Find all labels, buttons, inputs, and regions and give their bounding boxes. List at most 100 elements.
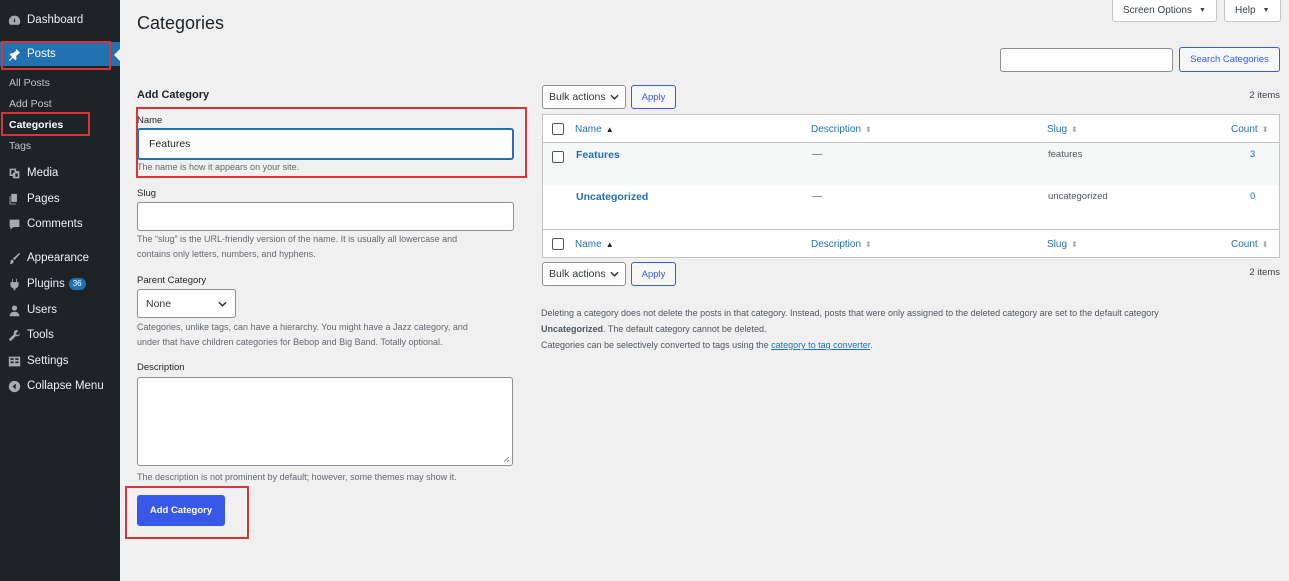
items-count-bottom: 2 items	[1249, 267, 1280, 278]
note-line-3-text: Categories can be selectively converted …	[541, 340, 772, 350]
slug-help-line-1: The “slug” is the URL-friendly version o…	[137, 234, 458, 244]
sidebar-item-label: Pages	[27, 193, 60, 205]
dashboard-icon	[7, 13, 21, 27]
row-name-link[interactable]: Uncategorized	[576, 191, 648, 203]
column-description[interactable]: Description ⬍	[811, 115, 872, 143]
sidebar-item-label: Tools	[27, 329, 54, 341]
resize-grip-icon[interactable]	[503, 456, 510, 463]
sidebar-item-label: Users	[27, 304, 58, 316]
row-name[interactable]: Features	[576, 149, 620, 161]
bulk-actions-select-top[interactable]: Bulk actions	[542, 85, 626, 109]
column-count-label: Count	[1231, 238, 1258, 250]
sidebar-item-dashboard[interactable]: Dashboard	[0, 8, 120, 32]
note-line-1: Deleting a category does not delete the …	[541, 308, 1159, 318]
note-line-2: Uncategorized. The default category cann…	[541, 321, 1281, 337]
wrench-icon	[7, 328, 21, 342]
submenu-add-post[interactable]: Add Post	[9, 98, 52, 110]
submenu-all-posts[interactable]: All Posts	[9, 77, 50, 89]
description-label: Description	[137, 362, 185, 373]
search-categories-input[interactable]	[1000, 48, 1173, 72]
bulk-actions-select-bottom[interactable]: Bulk actions	[542, 262, 626, 286]
apply-button-bottom[interactable]: Apply	[631, 262, 676, 286]
column-description-footer[interactable]: Description ⬍	[811, 230, 872, 258]
help-button[interactable]: Help ▼	[1224, 0, 1281, 22]
sidebar-item-tools[interactable]: Tools	[0, 323, 120, 347]
table-footer-row: Name ▲ Description ⬍ Slug ⬍ Count ⬍	[543, 229, 1279, 257]
row-name[interactable]: Uncategorized	[576, 191, 648, 203]
sidebar-item-label: Dashboard	[27, 14, 84, 26]
chevron-down-icon	[610, 94, 619, 100]
column-count-footer[interactable]: Count ⬍	[1231, 230, 1268, 258]
slug-help: The “slug” is the URL-friendly version o…	[137, 232, 517, 262]
sort-icon: ⬍	[865, 239, 872, 249]
select-all-checkbox-bottom[interactable]	[552, 238, 564, 250]
sidebar-item-label: Comments	[27, 218, 83, 230]
parent-help: Categories, unlike tags, can have a hier…	[137, 320, 517, 350]
sort-icon: ▲	[605, 124, 614, 134]
note-line-3-end: .	[870, 340, 873, 350]
slug-label: Slug	[137, 188, 157, 199]
select-all-checkbox[interactable]	[552, 123, 564, 135]
sort-icon: ⬍	[1071, 124, 1078, 134]
slug-input[interactable]	[137, 202, 514, 231]
screen-options-button[interactable]: Screen Options ▼	[1112, 0, 1217, 22]
sidebar-item-label: Collapse Menu	[27, 380, 104, 392]
row-name-link[interactable]: Features	[576, 149, 620, 161]
help-label: Help	[1235, 5, 1256, 16]
row-slug: uncategorized	[1048, 191, 1108, 202]
sidebar-item-appearance[interactable]: Appearance	[0, 246, 120, 270]
plugins-update-badge: 36	[68, 278, 86, 290]
table-row: Uncategorized — uncategorized 0	[543, 185, 1279, 229]
column-name[interactable]: Name ▲	[575, 115, 614, 143]
chevron-down-icon	[610, 271, 619, 277]
main-content: Categories Screen Options ▼ Help ▼ Add C…	[120, 0, 1289, 581]
sort-icon: ⬍	[1261, 124, 1269, 134]
column-name-label: Name	[575, 238, 602, 250]
sidebar-item-label: Settings	[27, 355, 69, 367]
name-help: The name is how it appears on your site.	[137, 162, 300, 172]
add-category-button[interactable]: Add Category	[137, 495, 225, 526]
column-name-footer[interactable]: Name ▲	[575, 230, 614, 258]
column-count[interactable]: Count ⬍	[1231, 115, 1268, 143]
collapse-menu-button[interactable]: Collapse Menu	[0, 374, 120, 398]
bulk-actions-label: Bulk actions	[549, 268, 606, 280]
sort-icon: ⬍	[1071, 239, 1078, 249]
name-input[interactable]: Features	[137, 128, 514, 160]
caret-down-icon: ▼	[1262, 7, 1270, 14]
category-to-tag-converter-link[interactable]: category to tag converter	[771, 340, 870, 350]
parent-help-line-1: Categories, unlike tags, can have a hier…	[137, 322, 468, 332]
chevron-down-icon	[218, 301, 227, 307]
sidebar-item-comments[interactable]: Comments	[0, 212, 120, 236]
row-count[interactable]: 3	[1250, 149, 1255, 160]
search-categories-button[interactable]: Search Categories	[1179, 47, 1280, 72]
sidebar-item-settings[interactable]: Settings	[0, 349, 120, 373]
note-default-category: Uncategorized	[541, 324, 604, 334]
screen-options-label: Screen Options	[1123, 5, 1192, 16]
category-notes: Deleting a category does not delete the …	[541, 305, 1281, 353]
row-count[interactable]: 0	[1250, 191, 1255, 202]
sidebar-item-users[interactable]: Users	[0, 298, 120, 322]
sidebar-item-posts[interactable]: Posts	[0, 42, 120, 66]
parent-category-label: Parent Category	[137, 275, 207, 286]
column-description-label: Description	[811, 123, 862, 135]
parent-help-line-2: under that have children categories for …	[137, 337, 443, 347]
submenu-tags[interactable]: Tags	[9, 140, 31, 152]
page-title: Categories	[137, 13, 225, 33]
description-textarea[interactable]	[137, 377, 513, 466]
sidebar-item-media[interactable]: Media	[0, 161, 120, 185]
submenu-categories[interactable]: Categories	[9, 119, 63, 131]
sidebar-item-plugins[interactable]: Plugins 36	[0, 272, 120, 296]
sort-icon: ⬍	[1261, 239, 1269, 249]
row-checkbox[interactable]	[552, 151, 564, 163]
description-help: The description is not prominent by defa…	[137, 472, 457, 482]
note-line-2-text: . The default category cannot be deleted…	[603, 324, 767, 334]
row-description: —	[812, 149, 822, 160]
comments-icon	[7, 217, 21, 231]
column-slug[interactable]: Slug ⬍	[1047, 115, 1078, 143]
column-slug-footer[interactable]: Slug ⬍	[1047, 230, 1078, 258]
items-count-top: 2 items	[1249, 90, 1280, 101]
column-description-label: Description	[811, 238, 862, 250]
apply-button-top[interactable]: Apply	[631, 85, 676, 109]
sidebar-item-pages[interactable]: Pages	[0, 187, 120, 211]
parent-category-select[interactable]: None	[137, 289, 236, 318]
